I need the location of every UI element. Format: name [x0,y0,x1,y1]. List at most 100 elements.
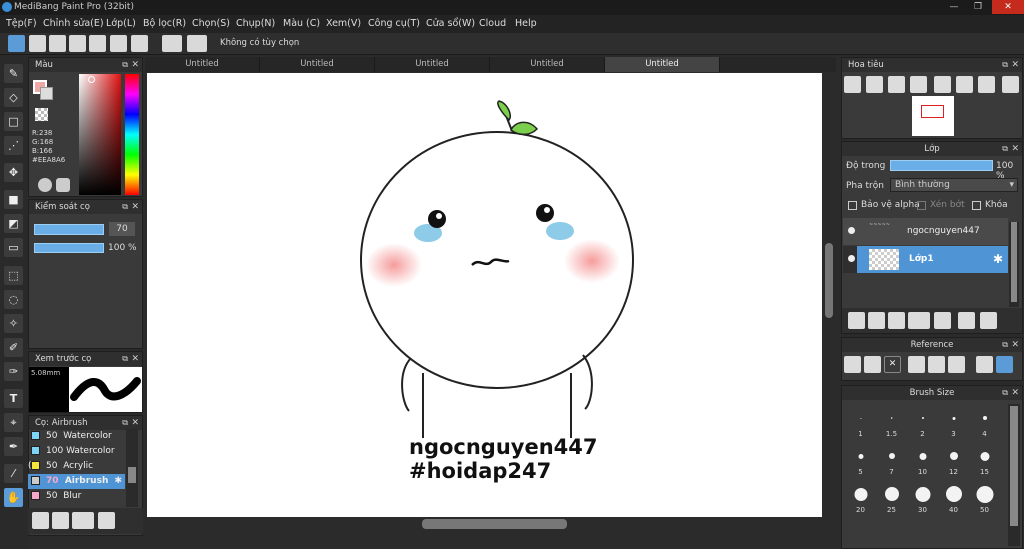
flip-icon[interactable] [1002,76,1019,93]
brush-opacity-slider[interactable] [34,243,104,253]
brush-settings-icon[interactable] [98,512,115,529]
open-folder-icon[interactable] [864,356,881,373]
select-eraser-icon[interactable]: ✑ [4,362,23,381]
tab-untitled-3[interactable]: Untitled [375,57,490,72]
zoom-fit-icon[interactable] [928,356,945,373]
gear-icon[interactable]: ✱ [993,252,1003,266]
menu-color[interactable]: Màu (C) [283,18,320,29]
gradient-tool-icon[interactable]: ▭ [4,238,23,257]
document-icon[interactable] [89,35,106,52]
brush-size-option[interactable]: 12 [939,442,968,478]
brush-item[interactable]: 50 Blur [28,489,125,504]
navigator-thumbnail[interactable] [912,96,954,136]
lock-checkbox[interactable] [972,200,981,210]
canvas-horizontal-scrollbar[interactable] [147,517,822,531]
duplicate-layer-icon[interactable] [958,312,975,329]
navigator-viewport-box[interactable] [921,105,944,118]
cloud-icon[interactable] [8,35,25,52]
menu-snap[interactable]: Chụp(N) [236,18,275,29]
lasso-tool-icon[interactable]: ◌ [4,290,23,309]
secondary-color-swatch[interactable] [40,87,53,100]
close-icon[interactable]: ✕ [884,356,901,373]
grid-icon[interactable] [131,35,148,52]
bucket-tool-icon[interactable]: ◩ [4,214,23,233]
divide-tool-icon[interactable]: ⌖ [4,413,23,432]
eyedropper-icon[interactable] [976,356,993,373]
share-icon[interactable] [29,35,46,52]
layer-row[interactable]: ~~~~~ ngocnguyen447 [843,218,1008,245]
cloud-icon[interactable] [844,356,861,373]
menu-cloud[interactable]: Cloud [479,18,506,29]
rotate-reset-icon[interactable] [956,76,973,93]
brush-item[interactable]: 50 Acrylic [28,459,125,474]
brush-size-option[interactable]: 3 [939,404,968,440]
eraser-tool-icon[interactable]: ◇ [4,88,23,107]
zoom-fit-icon[interactable] [866,76,883,93]
menu-layer[interactable]: Lớp(L) [106,18,136,29]
tab-untitled-5[interactable]: Untitled [605,57,720,72]
brush-size-option[interactable]: 20 [846,480,875,516]
new-layer-icon[interactable] [848,312,865,329]
hue-slider[interactable] [125,74,139,195]
menu-window[interactable]: Cửa sổ(W) [426,18,475,29]
zoom-in-icon[interactable] [908,356,925,373]
rectangle-tool-icon[interactable]: □ [4,112,23,131]
eyedropper-tool-icon[interactable]: ⁄ [4,464,23,483]
layer-opacity-slider[interactable] [890,160,993,171]
select-pen-icon[interactable]: ✐ [4,338,23,357]
panel-icon[interactable] [69,35,86,52]
brush-size-option[interactable]: 50 [970,480,999,516]
color-picker-icon[interactable] [56,178,70,192]
brush-size-option[interactable]: 1.5 [877,404,906,440]
folder-icon[interactable] [934,312,951,329]
zoom-in-icon[interactable] [844,76,861,93]
brush-size-option[interactable]: 30 [908,480,937,516]
brush-size-value[interactable]: 70 [109,222,135,236]
menu-edit[interactable]: Chỉnh sửa(E) [43,18,104,29]
brush-size-option[interactable]: 1 [846,404,875,440]
new-halftone-layer-icon[interactable] [868,312,885,329]
layer-row-selected[interactable]: Lớp1 ✱ [843,246,1008,273]
alpha-protect-checkbox[interactable] [848,200,857,210]
transparent-swatch[interactable] [35,108,48,121]
menu-help[interactable]: Help [515,18,537,29]
undo-icon[interactable] [162,35,182,52]
canvas-vertical-scrollbar[interactable] [822,73,836,517]
menu-select[interactable]: Chọn(S) [192,18,230,29]
rotate-right-icon[interactable] [978,76,995,93]
new-brush-icon[interactable] [52,512,69,529]
brush-size-option[interactable]: 40 [939,480,968,516]
brush-menu-icon[interactable] [72,512,94,529]
magic-wand-icon[interactable]: ✧ [4,314,23,333]
brush-item[interactable]: 50 Watercolor [28,429,125,444]
tab-untitled-1[interactable]: Untitled [145,57,260,72]
tab-untitled-4[interactable]: Untitled [490,57,605,72]
operation-tool-icon[interactable]: ✒ [4,437,23,456]
brush-size-option[interactable]: 25 [877,480,906,516]
zoom-out-icon[interactable] [910,76,927,93]
brush-size-scrollbar[interactable] [1008,404,1020,546]
menu-file[interactable]: Tệp(F) [6,18,37,29]
hand-icon[interactable] [996,356,1013,373]
brush-size-option[interactable]: 15 [970,442,999,478]
menu-tools[interactable]: Công cụ(T) [368,18,420,29]
palette-icon[interactable] [38,178,52,192]
zoom-actual-icon[interactable] [888,76,905,93]
brush-size-option[interactable]: 5 [846,442,875,478]
eye-icon[interactable] [848,255,855,262]
gear-icon[interactable]: ✱ [114,474,122,489]
brush-list-scrollbar[interactable] [126,429,138,507]
drawing-canvas[interactable]: ngocnguyen447 #hoidap247 [147,73,822,517]
comment-icon[interactable] [49,35,66,52]
brush-size-option[interactable]: 10 [908,442,937,478]
clipping-checkbox[interactable] [917,200,926,210]
brush-size-option[interactable]: 4 [970,404,999,440]
select-tool-icon[interactable]: ⬚ [4,266,23,285]
eye-icon[interactable] [848,227,855,234]
hand-tool-icon[interactable]: ✋ [4,488,23,507]
text-tool-icon[interactable]: T [4,389,23,408]
brush-tool-icon[interactable]: ✎ [4,64,23,83]
fill-rect-tool-icon[interactable]: ■ [4,190,23,209]
brush-item-selected[interactable]: 70 Airbrush ✱ [28,474,125,489]
blend-mode-select[interactable]: Bình thường ▾ [890,178,1018,192]
